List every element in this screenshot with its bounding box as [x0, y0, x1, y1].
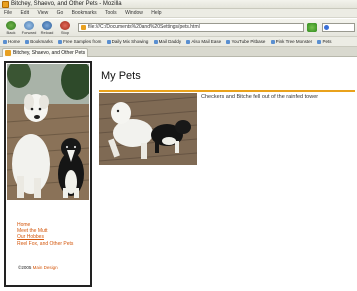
dogs-photo	[7, 64, 89, 200]
copyright-text: ©2005	[18, 265, 32, 270]
window-titlebar: Bitchey, Shaevo, and Other Pets - Mozill…	[0, 0, 357, 9]
menu-bookmarks[interactable]: Bookmarks	[72, 10, 97, 16]
stop-label: Stop	[60, 30, 70, 35]
stop-icon	[60, 21, 70, 30]
bookmark-icon	[58, 39, 63, 44]
menu-bar: File Edit View Go Bookmarks Tools Window…	[0, 9, 357, 18]
menu-window[interactable]: Window	[125, 10, 143, 16]
browser-app-icon	[2, 1, 9, 8]
bookmark-icon	[25, 39, 30, 44]
back-arrow-icon	[6, 21, 16, 30]
sidebar-nav: Home Meet the Mutt Our Hobbes Reel Fox, …	[17, 222, 73, 247]
search-input[interactable]	[322, 23, 355, 32]
forward-button[interactable]: Forward	[21, 20, 37, 36]
tab-bar: Bitchey, Shaevo, and Other Pets	[0, 47, 357, 57]
reload-button[interactable]: Reload	[39, 20, 55, 36]
sidebar: Home Meet the Mutt Our Hobbes Reel Fox, …	[4, 61, 92, 287]
menu-tools[interactable]: Tools	[105, 10, 117, 16]
tab-favicon-icon	[5, 50, 11, 56]
reload-label: Reload	[40, 30, 54, 35]
photo-caption: Checkers and Bitche fell out of the rain…	[201, 94, 319, 100]
tab-title: Bitchey, Shaevo, and Other Pets	[13, 50, 86, 56]
title-divider	[99, 90, 355, 92]
page-title: My Pets	[101, 70, 141, 82]
search-engine-icon	[324, 25, 329, 30]
forward-label: Forward	[21, 30, 37, 35]
menu-file[interactable]: File	[4, 10, 12, 16]
page-icon	[81, 25, 86, 30]
address-url: file:///C:/Documents%20and%20Settings/pe…	[88, 24, 200, 30]
design-credit-link[interactable]: Main Design	[33, 265, 58, 270]
bookmark-icon	[226, 39, 231, 44]
address-bar[interactable]: file:///C:/Documents%20and%20Settings/pe…	[78, 23, 304, 32]
menu-view[interactable]: View	[37, 10, 48, 16]
menu-help[interactable]: Help	[151, 10, 161, 16]
bookmark-item[interactable]: Free Samples from	[58, 37, 101, 46]
menu-go[interactable]: Go	[57, 10, 64, 16]
page-viewport: Home Meet the Mutt Our Hobbes Reel Fox, …	[0, 57, 357, 291]
bookmark-item[interactable]: Pink Tree Monster	[270, 37, 312, 46]
bookmark-item[interactable]: Bookmarks	[25, 37, 53, 46]
stop-button[interactable]: Stop	[57, 20, 73, 36]
bookmarks-toolbar: Home Bookmarks Free Samples from Daily M…	[0, 37, 357, 47]
bookmark-item[interactable]: Pets	[317, 37, 331, 46]
window-title: Bitchey, Shaevo, and Other Pets - Mozill…	[11, 1, 122, 7]
bookmark-item[interactable]: Home	[3, 37, 20, 46]
navigation-toolbar: Back Forward Reload Stop file:///C:/Docu…	[0, 19, 357, 37]
bookmark-icon	[3, 39, 7, 44]
sidebar-footer: ©2005 Main Design	[18, 265, 58, 270]
tab-pets[interactable]: Bitchey, Shaevo, and Other Pets	[2, 48, 88, 57]
bookmark-item[interactable]: Mail Daddy	[153, 37, 181, 46]
forward-arrow-icon	[24, 21, 34, 30]
menu-edit[interactable]: Edit	[20, 10, 29, 16]
bookmark-item[interactable]: YouTube Pitbase	[226, 37, 265, 46]
bookmark-icon	[106, 39, 111, 44]
bookmark-icon	[270, 39, 275, 44]
bookmark-item[interactable]: Also Mail Ease	[186, 37, 221, 46]
reload-icon	[42, 21, 52, 30]
bookmark-icon	[186, 39, 191, 44]
back-button[interactable]: Back	[3, 20, 19, 36]
back-label: Back	[6, 30, 16, 35]
nav-other-pets-link[interactable]: Reel Fox, and Other Pets	[17, 241, 73, 247]
bookmark-icon	[153, 39, 158, 44]
go-button[interactable]	[307, 23, 317, 32]
bookmark-icon	[317, 39, 322, 44]
pets-photo	[99, 93, 197, 165]
bookmark-item[interactable]: Daily Mix Showing	[106, 37, 148, 46]
